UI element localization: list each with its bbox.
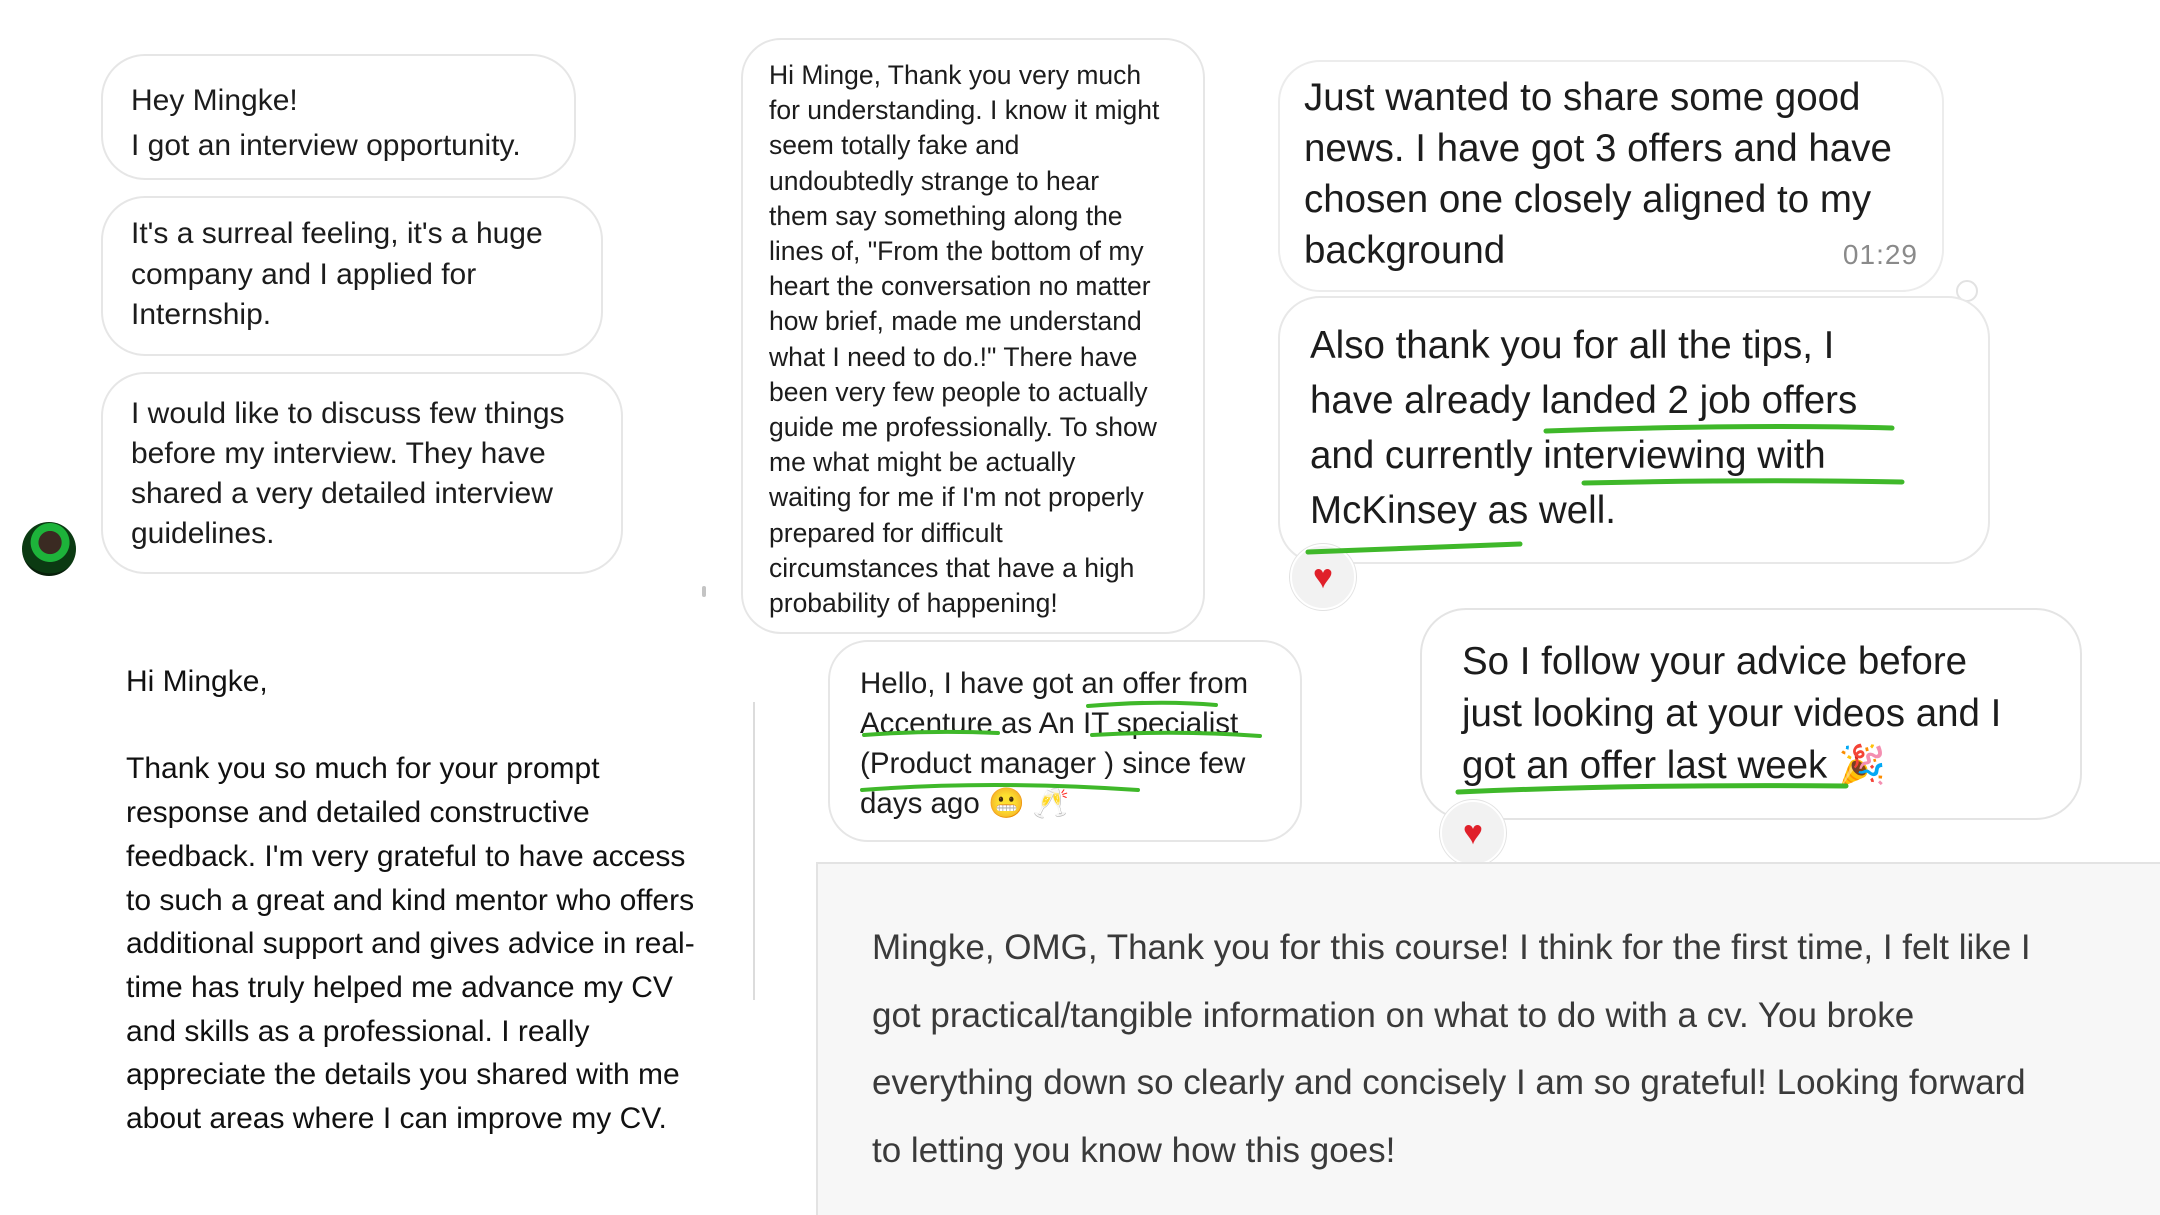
scrollbar-thumb[interactable] xyxy=(702,586,706,597)
chat-message: Also thank you for all the tips, I have … xyxy=(1278,296,1990,564)
message-timestamp: 01:29 xyxy=(1842,239,1918,270)
chat-message: It's a surreal feeling, it's a huge comp… xyxy=(101,196,603,356)
chat-message: So I follow your advice before just look… xyxy=(1420,608,2082,820)
divider xyxy=(753,702,755,1000)
chat-message: Hello, I have got an offer from Accentur… xyxy=(828,640,1302,842)
chat-message: Hi Minge, Thank you very much for unders… xyxy=(741,38,1205,634)
chat-message: I would like to discuss few things befor… xyxy=(101,372,623,574)
chat-message: Hey Mingke! I got an interview opportuni… xyxy=(101,54,576,180)
email-greeting: Hi Mingke, xyxy=(126,665,268,698)
email-message: Hi Mingke, Thank you so much for your pr… xyxy=(126,660,746,1141)
course-review: Mingke, OMG, Thank you for this course! … xyxy=(816,862,2160,1215)
heart-reaction-icon[interactable]: ♥ xyxy=(1440,800,1506,866)
chat-message: Just wanted to share some good news. I h… xyxy=(1278,60,1944,292)
avatar[interactable] xyxy=(22,522,76,576)
party-popper-emoji: 🎉 xyxy=(1837,744,1886,787)
grimace-cheers-emoji: 😬 🥂 xyxy=(987,787,1070,820)
heart-reaction-icon[interactable]: ♥ xyxy=(1290,544,1356,610)
email-body: Thank you so much for your prompt respon… xyxy=(126,752,695,1136)
message-text: So I follow your advice before just look… xyxy=(1462,640,2002,787)
